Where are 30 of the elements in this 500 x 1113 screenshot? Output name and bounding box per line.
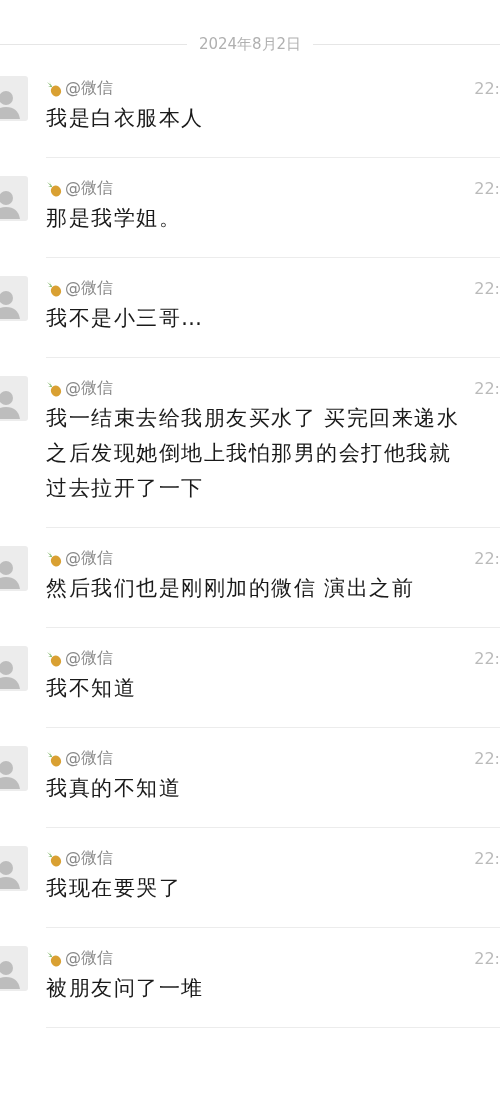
sender-name: @微信 bbox=[65, 547, 113, 569]
message-text: 被朋友问了一堆 bbox=[46, 975, 205, 1002]
sender-name: @微信 bbox=[65, 277, 113, 299]
message-time: 22: bbox=[474, 748, 500, 768]
message-text: 我是白衣服本人 bbox=[46, 105, 205, 132]
message-text: 过去拉开了一下 bbox=[46, 475, 205, 502]
message-text: 我一结束去给我朋友买水了 买完回来递水 bbox=[46, 405, 461, 432]
sender-name: @微信 bbox=[65, 177, 113, 199]
message-text: 我不是小三哥… bbox=[46, 305, 205, 332]
sender-name: @微信 bbox=[65, 847, 113, 869]
sender-name: @微信 bbox=[65, 647, 113, 669]
message-text: 我不知道 bbox=[46, 675, 137, 702]
message-time: 22: bbox=[474, 848, 500, 868]
message-time: 22: bbox=[474, 178, 500, 198]
message-time: 22: bbox=[474, 278, 500, 298]
message-time: 22: bbox=[474, 948, 500, 968]
message-text: 我现在要哭了 bbox=[46, 875, 182, 902]
date-divider: 2024年8月2日 bbox=[198, 34, 302, 54]
message-text: 之后发现她倒地上我怕那男的会打他我就 bbox=[46, 440, 452, 467]
message-time: 22: bbox=[474, 78, 500, 98]
message-time: 22: bbox=[474, 378, 500, 398]
message-text: 我真的不知道 bbox=[46, 775, 182, 802]
sender-name: @微信 bbox=[65, 377, 113, 399]
message-text: 那是我学姐。 bbox=[46, 205, 182, 232]
sender-name: @微信 bbox=[65, 947, 113, 969]
message-text: 然后我们也是刚刚加的微信 演出之前 bbox=[46, 575, 416, 602]
sender-name: @微信 bbox=[65, 77, 113, 99]
message-time: 22: bbox=[474, 548, 500, 568]
sender-name: @微信 bbox=[65, 747, 113, 769]
message-time: 22: bbox=[474, 648, 500, 668]
